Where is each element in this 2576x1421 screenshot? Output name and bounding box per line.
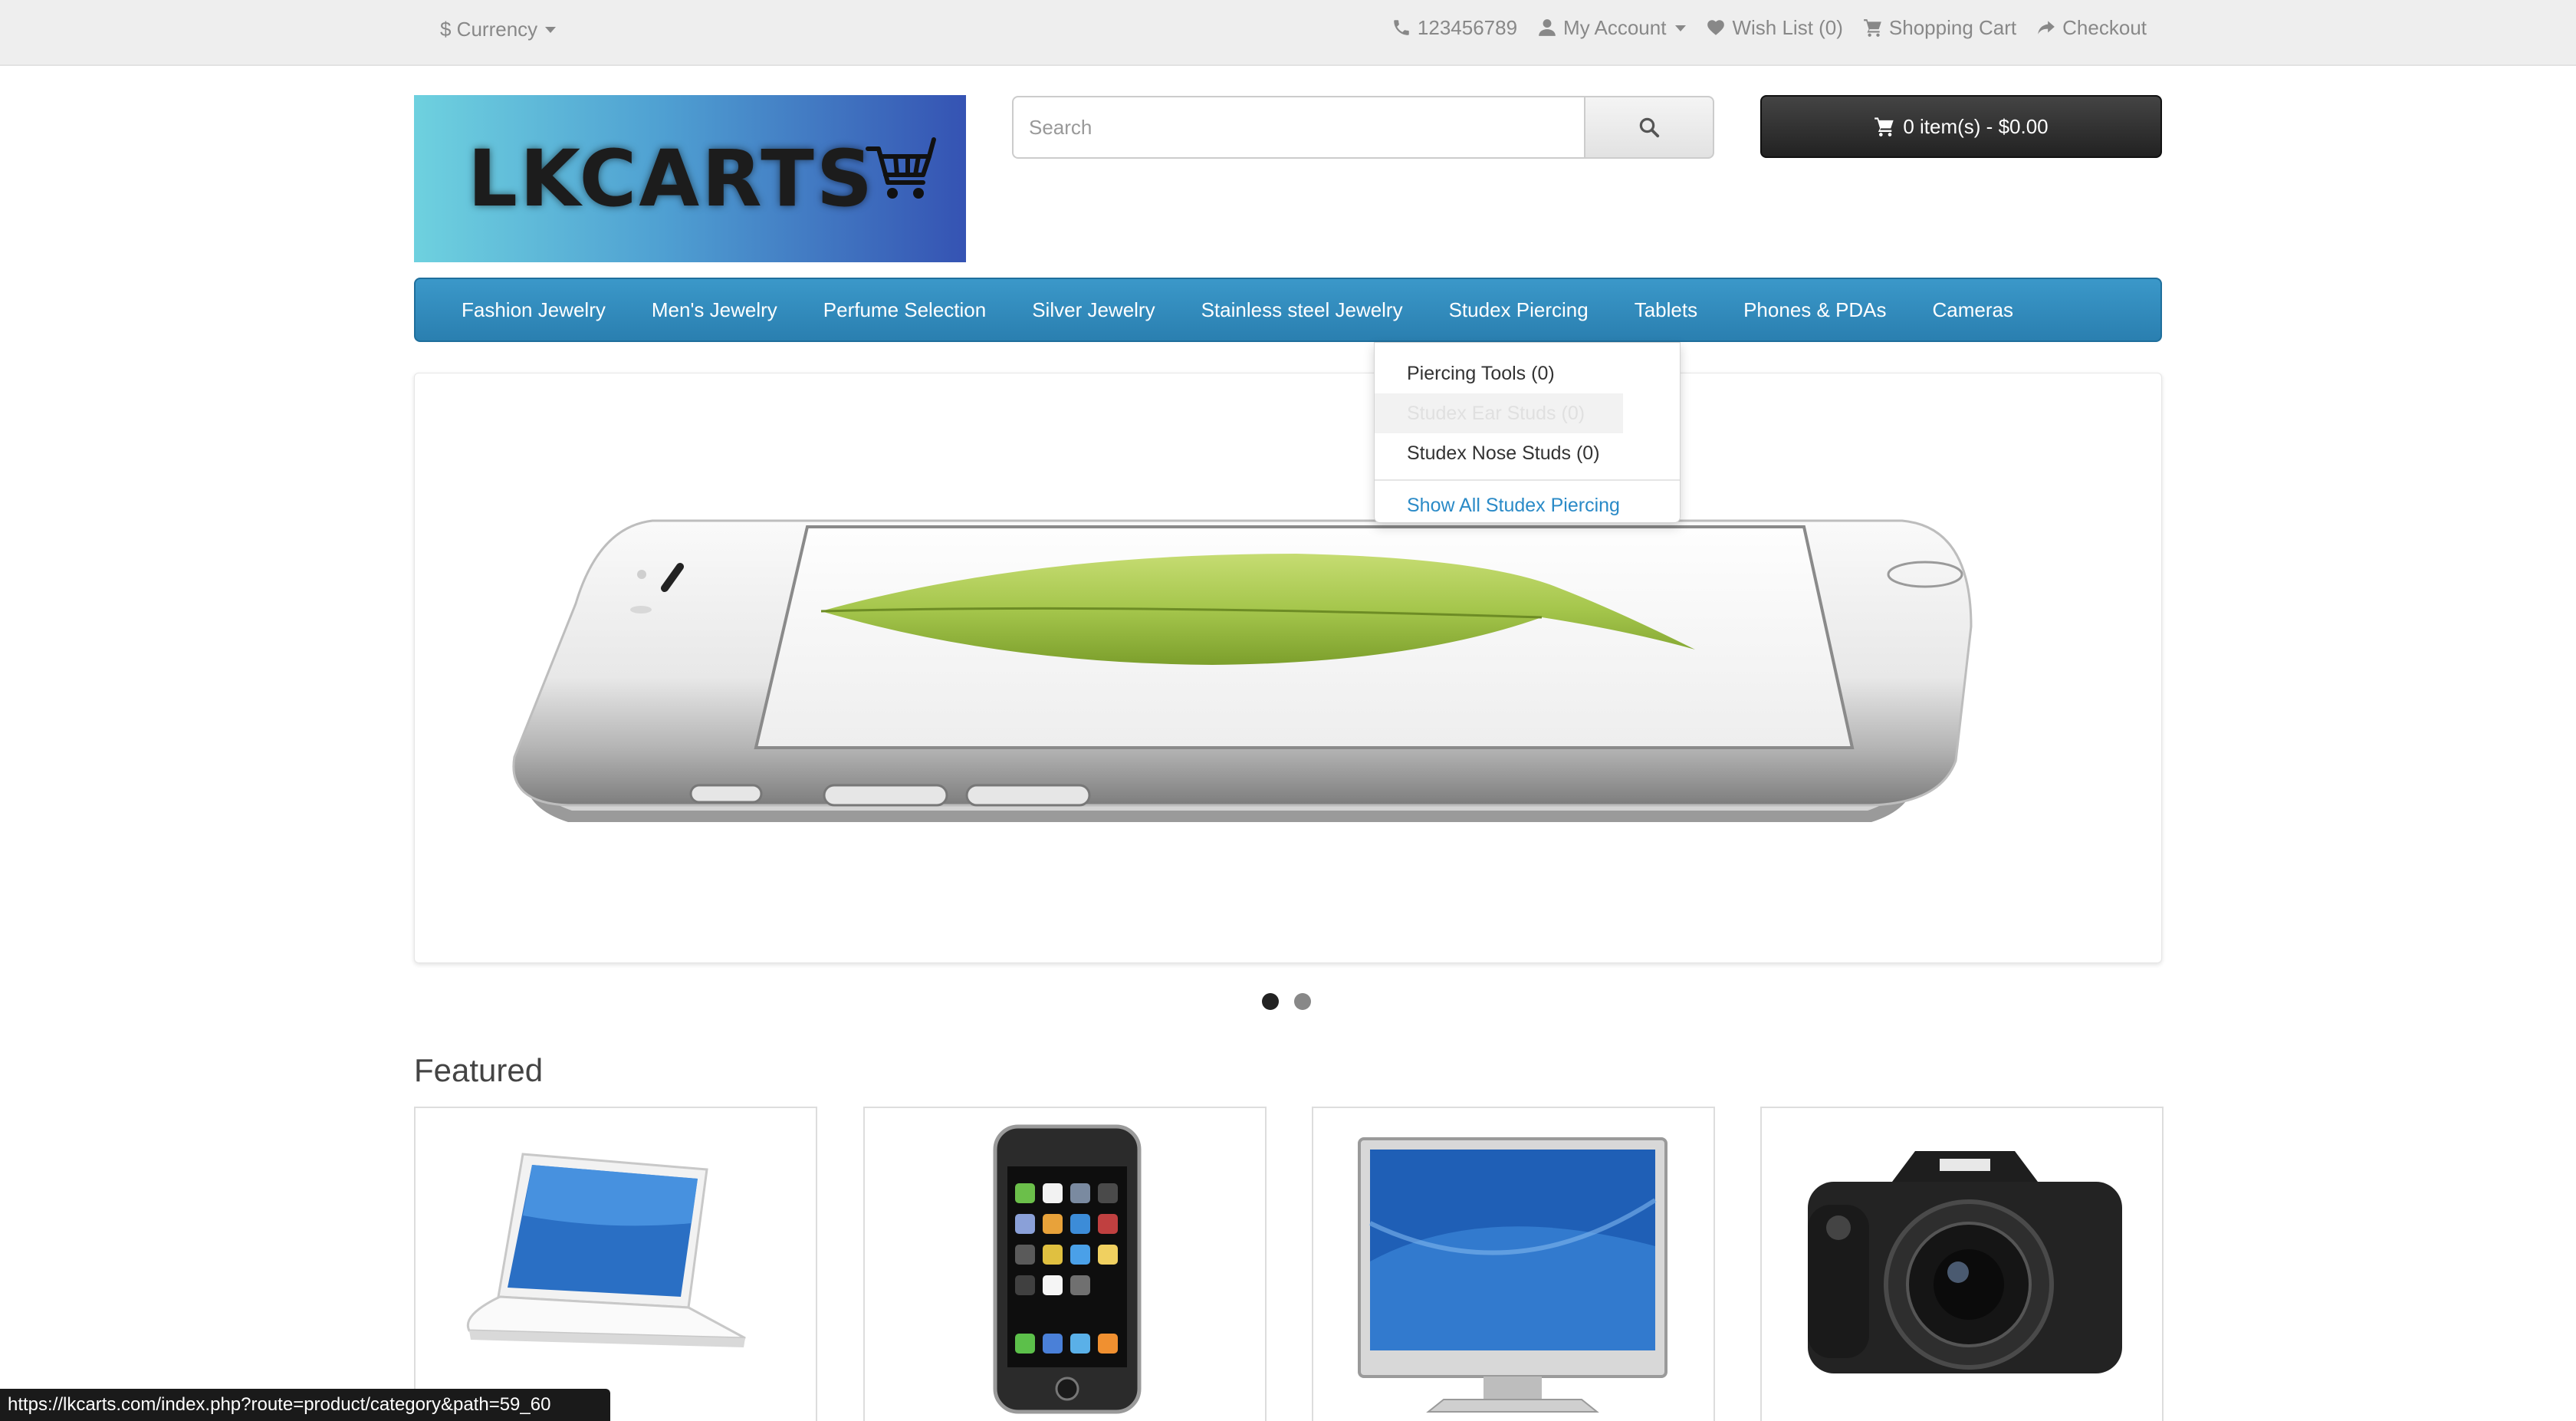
menu-item-fashion-jewelry[interactable]: Fashion Jewelry	[439, 279, 629, 340]
featured-heading: Featured	[414, 1052, 544, 1088]
site-logo[interactable]: LKCARTS	[414, 95, 966, 262]
logo-text: LKCARTS	[468, 133, 876, 225]
cart-button[interactable]: 0 item(s) - $0.00	[1760, 95, 2162, 158]
status-url: https://lkcarts.com/index.php?route=prod…	[8, 1394, 551, 1415]
product-card[interactable]	[1312, 1107, 1715, 1421]
shopping-cart-icon	[866, 137, 936, 199]
currency-label: $ Currency	[440, 17, 538, 41]
shopping-cart-link[interactable]: Shopping Cart	[1863, 16, 2016, 40]
search-bar	[1012, 96, 1714, 159]
share-arrow-icon	[2038, 21, 2055, 35]
menu-item-studex-piercing[interactable]: Studex Piercing	[1426, 279, 1612, 340]
studex-piercing-dropdown: Piercing Tools (0) Studex Ear Studs (0) …	[1374, 342, 1681, 523]
shopping-cart-label: Shopping Cart	[1888, 15, 2017, 39]
phone-icon	[1394, 20, 1409, 35]
menu-item-mens-jewelry[interactable]: Men's Jewelry	[629, 279, 800, 340]
monitor-icon	[1358, 1137, 1668, 1413]
caret-down-icon	[545, 27, 557, 33]
user-icon	[1539, 19, 1556, 36]
my-account-link[interactable]: My Account	[1537, 15, 1687, 40]
main-menu: Fashion Jewelry Men's Jewelry Perfume Se…	[414, 278, 2162, 342]
slideshow-pagination	[1262, 993, 1311, 1010]
laptop-icon	[467, 1153, 746, 1347]
my-account-label: My Account	[1563, 15, 1667, 39]
product-card[interactable]	[414, 1107, 817, 1421]
menu-item-silver-jewelry[interactable]: Silver Jewelry	[1009, 279, 1178, 340]
slideshow-banner[interactable]	[414, 373, 2162, 963]
menu-item-cameras[interactable]: Cameras	[1910, 279, 2036, 340]
shopping-cart-icon	[1864, 19, 1881, 37]
phone-number: 123456789	[1417, 15, 1518, 39]
cart-summary: 0 item(s) - $0.00	[1903, 114, 2049, 138]
caret-down-icon	[1675, 25, 1687, 31]
slide-dot-1[interactable]	[1262, 993, 1279, 1010]
iphone-banner-image	[512, 519, 1973, 822]
search-icon	[1639, 117, 1660, 138]
dropdown-item-piercing-tools[interactable]: Piercing Tools (0)	[1375, 354, 1680, 393]
menu-item-phones-pdas[interactable]: Phones & PDAs	[1720, 279, 1909, 340]
dropdown-item-studex-ear-studs[interactable]: Studex Ear Studs (0)	[1375, 393, 1623, 433]
search-input[interactable]	[1012, 96, 1584, 159]
checkout-link[interactable]: Checkout	[2036, 16, 2147, 40]
browser-status-bar: https://lkcarts.com/index.php?route=prod…	[0, 1389, 610, 1421]
phone-icon	[993, 1124, 1142, 1414]
menu-item-stainless-steel-jewelry[interactable]: Stainless steel Jewelry	[1178, 279, 1426, 340]
search-button[interactable]	[1584, 96, 1714, 159]
product-card[interactable]	[863, 1107, 1267, 1421]
wish-list-link[interactable]: Wish List (0)	[1706, 15, 1843, 40]
top-bar: $ Currency 123456789 My Account Wish Lis…	[0, 0, 2576, 66]
product-card[interactable]	[1760, 1107, 2164, 1421]
currency-dropdown[interactable]: $ Currency	[440, 15, 557, 43]
menu-item-tablets[interactable]: Tablets	[1612, 279, 1720, 340]
camera-icon	[1808, 1151, 2122, 1373]
shopping-cart-icon	[1875, 117, 1894, 137]
slide-dot-2[interactable]	[1294, 993, 1311, 1010]
menu-item-perfume-selection[interactable]: Perfume Selection	[800, 279, 1009, 340]
dropdown-item-studex-nose-studs[interactable]: Studex Nose Studs (0)	[1375, 433, 1680, 473]
dropdown-divider	[1375, 479, 1680, 481]
phone-link[interactable]: 123456789	[1392, 16, 1517, 40]
heart-icon	[1707, 20, 1725, 35]
show-all-studex-piercing-link[interactable]: Show All Studex Piercing	[1375, 485, 1680, 525]
checkout-label: Checkout	[2062, 15, 2147, 39]
wish-list-label: Wish List (0)	[1732, 15, 1843, 39]
top-links: 123456789 My Account Wish List (0) Shopp…	[1392, 14, 2147, 41]
